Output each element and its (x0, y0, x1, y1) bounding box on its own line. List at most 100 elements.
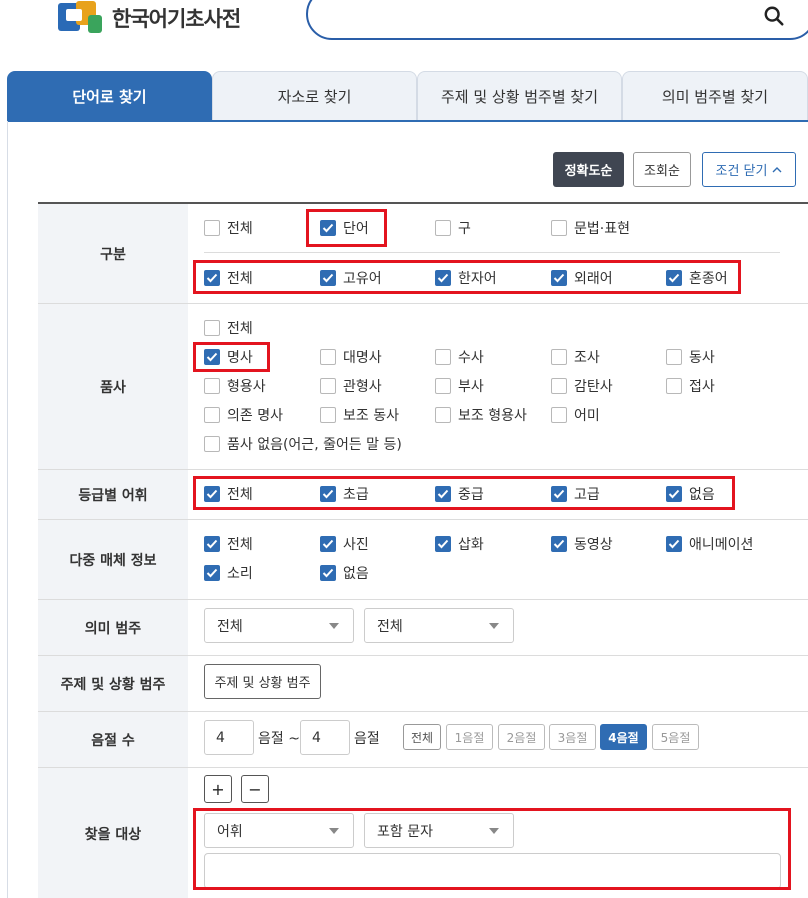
add-condition-button[interactable]: + (204, 775, 232, 803)
checkbox-box[interactable] (551, 407, 567, 423)
site-logo[interactable]: 한국어기초사전 (58, 0, 241, 36)
checkbox-media-photo[interactable]: 사진 (320, 534, 369, 554)
search-icon[interactable] (763, 5, 785, 27)
syllable-chip-5[interactable]: 5음절 (652, 724, 699, 750)
checkbox-box[interactable] (435, 407, 451, 423)
checkbox-media-all[interactable]: 전체 (204, 534, 253, 554)
checkbox-grade-intermediate[interactable]: 중급 (435, 484, 484, 504)
tab-meaning-search[interactable]: 의미 범주별 찾기 (622, 71, 808, 121)
syllable-from-input[interactable]: 4 (204, 720, 254, 755)
checkbox-pos-bound-noun[interactable]: 의존 명사 (204, 405, 283, 425)
checkbox-media-illustration[interactable]: 삽화 (435, 534, 484, 554)
syllable-chip-2[interactable]: 2음절 (498, 724, 545, 750)
target-field-select[interactable]: 어휘 (204, 813, 354, 848)
checkbox-pos-ending[interactable]: 어미 (551, 405, 600, 425)
checkbox-pos-aux-verb[interactable]: 보조 동사 (320, 405, 399, 425)
checkbox-grade-all[interactable]: 전체 (204, 484, 253, 504)
checkbox-box[interactable] (551, 486, 567, 502)
checkbox-box[interactable] (666, 536, 682, 552)
checkbox-box[interactable] (204, 220, 220, 236)
target-query-input[interactable] (204, 853, 781, 889)
checkbox-origin-native[interactable]: 고유어 (320, 268, 382, 288)
tab-topic-search[interactable]: 주제 및 상황 범주별 찾기 (417, 71, 622, 121)
checkbox-pos-interjection[interactable]: 감탄사 (551, 376, 613, 396)
syllable-to-input[interactable]: 4 (300, 720, 350, 755)
checkbox-media-video[interactable]: 동영상 (551, 534, 613, 554)
syllable-chip-1[interactable]: 1음절 (446, 724, 493, 750)
topic-category-button[interactable]: 주제 및 상황 범주 (204, 664, 321, 699)
meaning-category-select-1[interactable]: 전체 (204, 608, 354, 643)
syllable-chip-all[interactable]: 전체 (403, 724, 441, 750)
checkbox-pos-particle[interactable]: 조사 (551, 347, 600, 367)
checkbox-box[interactable] (435, 270, 451, 286)
checkbox-pos-noun[interactable]: 명사 (204, 347, 253, 367)
checkbox-type-phrase[interactable]: 구 (435, 218, 471, 238)
tab-word-search[interactable]: 단어로 찾기 (7, 71, 212, 121)
checkbox-pos-none[interactable]: 품사 없음(어근, 줄어든 말 등) (204, 434, 402, 454)
checkbox-media-none[interactable]: 없음 (320, 563, 369, 583)
checkbox-box[interactable] (551, 536, 567, 552)
checkbox-box[interactable] (204, 536, 220, 552)
checkbox-box[interactable] (204, 436, 220, 452)
target-match-select[interactable]: 포함 문자 (364, 813, 514, 848)
meaning-category-select-2[interactable]: 전체 (364, 608, 514, 643)
checkbox-box[interactable] (666, 270, 682, 286)
checkbox-box[interactable] (435, 349, 451, 365)
checkbox-pos-pronoun[interactable]: 대명사 (320, 347, 382, 367)
checkbox-box[interactable] (204, 565, 220, 581)
remove-condition-button[interactable]: − (241, 775, 269, 803)
checkbox-type-all[interactable]: 전체 (204, 218, 253, 238)
checkbox-box[interactable] (320, 565, 336, 581)
checkbox-box[interactable] (435, 536, 451, 552)
checkbox-origin-foreign[interactable]: 외래어 (551, 268, 613, 288)
checkbox-pos-numeral[interactable]: 수사 (435, 347, 484, 367)
checkbox-pos-affix[interactable]: 접사 (666, 376, 715, 396)
checkbox-media-animation[interactable]: 애니메이션 (666, 534, 753, 554)
checkbox-origin-sino[interactable]: 한자어 (435, 268, 497, 288)
checkbox-type-grammar[interactable]: 문법·표현 (551, 218, 630, 238)
checkbox-box[interactable] (320, 407, 336, 423)
checkbox-box[interactable] (204, 349, 220, 365)
checkbox-box[interactable] (320, 486, 336, 502)
checkbox-box[interactable] (320, 378, 336, 394)
checkbox-origin-all[interactable]: 전체 (204, 268, 253, 288)
syllable-chip-3[interactable]: 3음절 (549, 724, 596, 750)
checkbox-pos-verb[interactable]: 동사 (666, 347, 715, 367)
search-input[interactable] (306, 0, 808, 40)
checkbox-grade-none[interactable]: 없음 (666, 484, 715, 504)
sort-views-button[interactable]: 조회순 (633, 152, 691, 187)
checkbox-type-word[interactable]: 단어 (320, 218, 369, 238)
checkbox-box[interactable] (320, 270, 336, 286)
checkbox-box[interactable] (551, 349, 567, 365)
checkbox-box[interactable] (204, 378, 220, 394)
checkbox-media-sound[interactable]: 소리 (204, 563, 253, 583)
checkbox-box[interactable] (320, 349, 336, 365)
checkbox-box[interactable] (204, 320, 220, 336)
checkbox-box[interactable] (204, 486, 220, 502)
checkbox-box[interactable] (666, 349, 682, 365)
syllable-chip-4[interactable]: 4음절 (600, 724, 647, 750)
checkbox-box[interactable] (204, 270, 220, 286)
close-conditions-button[interactable]: 조건 닫기 (702, 152, 796, 187)
tab-jaso-search[interactable]: 자소로 찾기 (212, 71, 417, 121)
checkbox-box[interactable] (551, 220, 567, 236)
checkbox-pos-determiner[interactable]: 관형사 (320, 376, 382, 396)
checkbox-box[interactable] (320, 536, 336, 552)
checkbox-box[interactable] (551, 270, 567, 286)
checkbox-box[interactable] (435, 378, 451, 394)
checkbox-box[interactable] (666, 378, 682, 394)
checkbox-pos-aux-adjective[interactable]: 보조 형용사 (435, 405, 527, 425)
checkbox-pos-all[interactable]: 전체 (204, 318, 253, 338)
checkbox-pos-adjective[interactable]: 형용사 (204, 376, 266, 396)
checkbox-box[interactable] (204, 407, 220, 423)
checkbox-box[interactable] (320, 220, 336, 236)
checkbox-grade-advanced[interactable]: 고급 (551, 484, 600, 504)
checkbox-box[interactable] (435, 486, 451, 502)
checkbox-box[interactable] (435, 220, 451, 236)
checkbox-pos-adverb[interactable]: 부사 (435, 376, 484, 396)
checkbox-box[interactable] (551, 378, 567, 394)
sort-accuracy-button[interactable]: 정확도순 (553, 152, 624, 187)
checkbox-grade-beginner[interactable]: 초급 (320, 484, 369, 504)
checkbox-origin-hybrid[interactable]: 혼종어 (666, 268, 728, 288)
checkbox-box[interactable] (666, 486, 682, 502)
